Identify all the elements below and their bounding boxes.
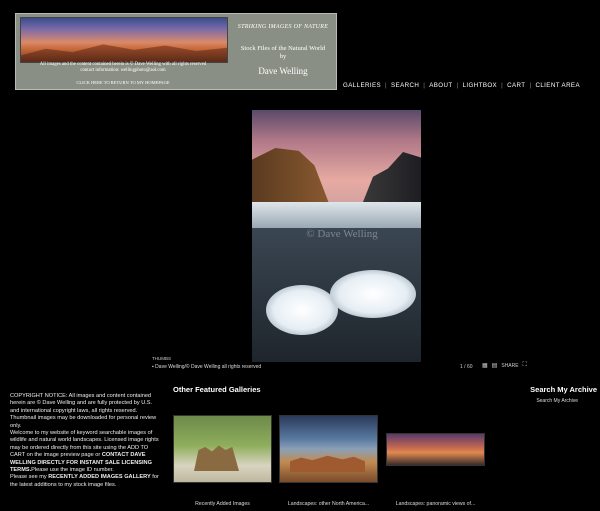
photo-pager: 1 / 60: [460, 364, 473, 370]
nav-about[interactable]: ABOUT: [429, 82, 452, 89]
site-banner: STRIKING IMAGES OF NATURE Stock Files of…: [15, 13, 337, 90]
gallery-thumbnail[interactable]: [386, 433, 485, 466]
main-nav: GALLERIES | SEARCH | ABOUT | LIGHTBOX | CART…: [343, 82, 580, 89]
gallery-card-panoramic[interactable]: Landscapes: panoramic views of...: [386, 433, 485, 507]
banner-title: STRIKING IMAGES OF NATURE: [237, 24, 329, 30]
main-photo[interactable]: © Dave Welling: [252, 110, 421, 362]
search-archive-link[interactable]: Search My Archive: [536, 398, 578, 404]
gallery-caption[interactable]: Landscapes: panoramic views of...: [386, 501, 485, 507]
search-archive-title: Search My Archive: [530, 385, 597, 394]
gallery-thumbnail[interactable]: [173, 415, 272, 483]
thumbs-label[interactable]: THUMBS: [152, 356, 171, 361]
photo-watermark: © Dave Welling: [306, 228, 378, 240]
homepage-link[interactable]: CLICK HERE TO RETURN TO MY HOMEPAGE: [20, 80, 226, 85]
nav-cart[interactable]: CART: [507, 82, 525, 89]
grid-icon[interactable]: ▦: [482, 362, 488, 369]
nav-lightbox[interactable]: LIGHTBOX: [463, 82, 498, 89]
copyright-notice: COPYRIGHT NOTICE: All images and content…: [10, 393, 159, 488]
gallery-caption[interactable]: Recently Added Images: [173, 501, 272, 507]
list-icon[interactable]: ▤: [492, 362, 498, 369]
nav-search[interactable]: SEARCH: [391, 82, 419, 89]
gallery-caption[interactable]: Landscapes: other North America...: [279, 501, 378, 507]
featured-galleries-title: Other Featured Galleries: [173, 385, 261, 394]
share-label[interactable]: SHARE: [501, 363, 518, 369]
nav-client-area[interactable]: CLIENT AREA: [535, 82, 580, 89]
photo-caption: ▪ Dave Welling/© Dave Welling all rights…: [152, 364, 262, 370]
banner-notice: All images and the content contained her…: [39, 62, 207, 73]
viewer-controls: ▦ ▤ SHARE ⛶: [482, 362, 527, 369]
banner-author: Dave Welling: [258, 66, 308, 76]
gallery-card-recent[interactable]: Recently Added Images: [173, 415, 272, 507]
gallery-thumbnail[interactable]: [279, 415, 378, 483]
fullscreen-icon[interactable]: ⛶: [523, 362, 527, 369]
nav-galleries[interactable]: GALLERIES: [343, 82, 381, 89]
gallery-card-north-america[interactable]: Landscapes: other North America...: [279, 415, 378, 507]
comment-icon: ▪: [152, 364, 154, 370]
banner-subtitle: Stock Files of the Natural World by: [240, 45, 326, 60]
banner-landscape-photo: [20, 17, 228, 63]
